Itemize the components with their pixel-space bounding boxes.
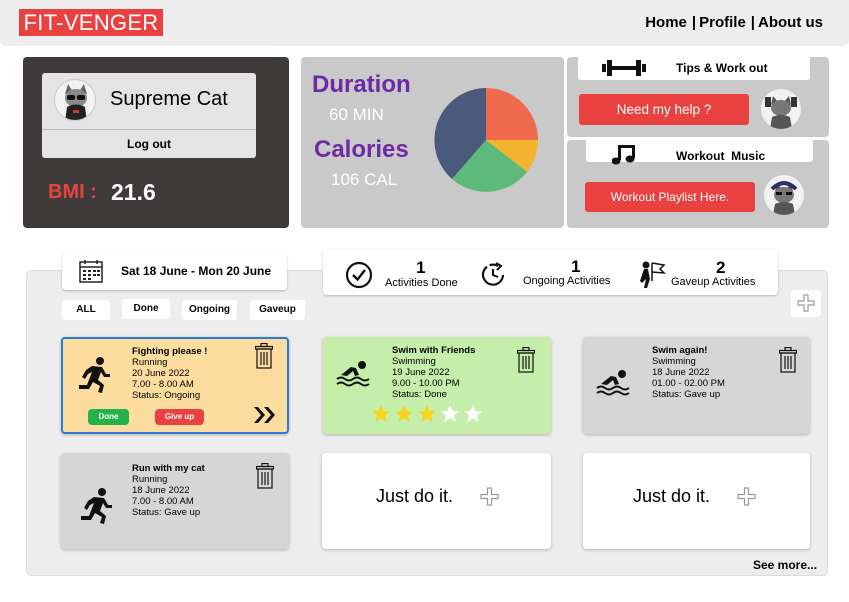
card-status: Status: Gave up	[652, 389, 721, 400]
nav-separator: |	[691, 14, 697, 31]
trash-icon[interactable]	[779, 347, 797, 373]
card-time: 9.00 - 10.00 PM	[392, 378, 460, 389]
star-icon[interactable]	[417, 404, 437, 424]
nav-separator: |	[750, 14, 755, 31]
card-sport: Swimming	[652, 356, 696, 367]
divider	[42, 129, 256, 130]
card-sport: Swimming	[392, 356, 436, 367]
need-help-button[interactable]: Need my help ?	[579, 94, 749, 125]
calendar-icon	[79, 260, 103, 283]
ongoing-count: 1	[571, 257, 581, 276]
card-status: Status: Done	[392, 389, 447, 400]
workout-playlist-button[interactable]: Workout Playlist Here.	[585, 182, 755, 212]
star-empty-icon[interactable]	[440, 404, 460, 424]
card-date: 19 June 2022	[392, 367, 450, 378]
placeholder-text: Just do it.	[633, 486, 711, 506]
nav-home[interactable]: Home	[645, 14, 687, 31]
done-count: 1	[416, 258, 426, 277]
card-title: Swim with Friends	[392, 345, 476, 356]
card-time: 01.00 - 02.00 PM	[652, 378, 725, 389]
see-more-link[interactable]: See more...	[753, 558, 817, 572]
user-avatar[interactable]	[54, 79, 96, 121]
star-icon[interactable]	[371, 404, 391, 424]
swimming-icon	[596, 370, 630, 396]
plus-icon[interactable]	[480, 487, 499, 506]
card-title: Fighting please !	[132, 346, 208, 357]
trash-icon[interactable]	[517, 347, 535, 373]
card-time: 7.00 - 8.00 AM	[132, 379, 194, 390]
tips-title: Tips & Work out	[676, 61, 768, 75]
main-nav: Home | Profile | About us	[645, 14, 823, 31]
bmi-value: 21.6	[111, 179, 156, 205]
date-range-text: Sat 18 June - Mon 20 June	[121, 264, 272, 278]
filter-all[interactable]: ALL	[62, 300, 110, 320]
filter-done[interactable]: Done	[122, 299, 170, 319]
star-empty-icon[interactable]	[463, 404, 483, 424]
nav-about-us[interactable]: About us	[758, 14, 823, 31]
activity-pie-chart	[434, 88, 538, 192]
gaveup-count: 2	[716, 258, 726, 277]
add-activity-button[interactable]	[791, 290, 821, 317]
check-circle-icon	[345, 261, 373, 289]
card-date: 18 June 2022	[652, 367, 710, 378]
duration-label: Duration	[312, 71, 411, 98]
card-title: Run with my cat	[132, 463, 205, 474]
plus-icon[interactable]	[737, 487, 756, 506]
filter-gaveup[interactable]: Gaveup	[250, 300, 305, 320]
calories-value: 106 CAL	[331, 170, 398, 189]
trash-icon[interactable]	[255, 343, 273, 369]
calories-label: Calories	[314, 136, 409, 163]
dumbbell-icon	[602, 60, 646, 76]
done-button[interactable]: Done	[88, 409, 129, 425]
surrender-flag-icon	[640, 261, 666, 288]
card-title: Swim again!	[652, 345, 708, 356]
top-bar: FIT-VENGER Home | Profile | About us	[0, 0, 849, 46]
trash-icon[interactable]	[256, 463, 274, 489]
running-icon	[79, 357, 110, 393]
logout-button[interactable]: Log out	[42, 137, 256, 151]
music-title: Workout Music	[676, 149, 766, 163]
star-icon[interactable]	[394, 404, 414, 424]
ongoing-label: Ongoing Activities	[523, 275, 611, 287]
music-avatar	[764, 175, 804, 215]
bmi-label: BMI :	[48, 181, 97, 203]
card-status: Status: Ongoing	[132, 390, 201, 401]
trainer-avatar	[761, 89, 801, 129]
pie-slice-1	[486, 88, 538, 140]
music-note-icon	[612, 145, 635, 165]
done-label: Activities Done	[385, 277, 458, 289]
card-sport: Running	[132, 474, 168, 485]
swimming-icon	[336, 361, 370, 387]
give-up-button[interactable]: Give up	[155, 409, 204, 425]
gaveup-label: Gaveup Activities	[671, 276, 756, 288]
filter-ongoing[interactable]: Ongoing	[182, 300, 237, 320]
username: Supreme Cat	[110, 88, 228, 110]
clock-refresh-icon	[481, 262, 505, 286]
running-icon	[81, 488, 112, 524]
duration-value: 60 MIN	[329, 105, 384, 124]
nav-profile[interactable]: Profile	[699, 14, 746, 31]
card-sport: Running	[132, 357, 168, 368]
card-date: 20 June 2022	[132, 368, 190, 379]
card-status: Status: Gave up	[132, 507, 201, 518]
card-time: 7.00 - 8.00 AM	[132, 496, 194, 507]
rating-stars[interactable]	[371, 404, 483, 424]
double-chevron-right-icon[interactable]	[253, 406, 277, 424]
placeholder-text: Just do it.	[376, 486, 454, 506]
app-logo[interactable]: FIT-VENGER	[19, 9, 163, 36]
card-date: 18 June 2022	[132, 485, 190, 496]
plus-icon	[797, 294, 815, 312]
